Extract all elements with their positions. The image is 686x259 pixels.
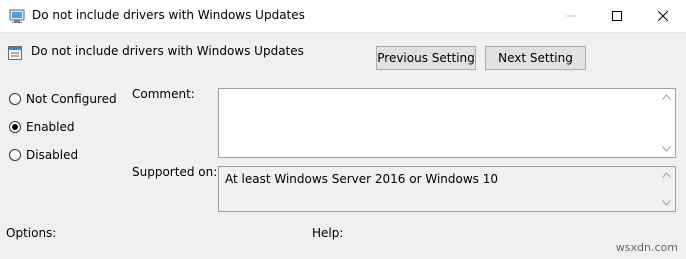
scroll-up-icon[interactable] — [662, 94, 671, 100]
scroll-down-icon[interactable] — [662, 200, 671, 206]
watermark-text: wsxdn.com — [615, 241, 678, 254]
close-button[interactable] — [640, 0, 686, 31]
radio-not-configured[interactable]: Not Configured — [9, 91, 117, 107]
radio-label: Not Configured — [26, 92, 117, 106]
comment-textarea[interactable] — [218, 88, 676, 158]
options-label: Options: — [6, 226, 57, 240]
window-title: Do not include drivers with Windows Upda… — [32, 8, 305, 22]
supported-on-label: Supported on: — [132, 165, 218, 179]
setting-name: Do not include drivers with Windows Upda… — [31, 44, 304, 58]
maximize-icon — [612, 10, 622, 21]
previous-setting-button[interactable]: Previous Setting — [376, 46, 476, 70]
maximize-button[interactable] — [594, 0, 640, 31]
radio-button[interactable] — [9, 149, 21, 161]
help-label: Help: — [312, 226, 344, 240]
policy-icon — [9, 9, 25, 23]
radio-disabled[interactable]: Disabled — [9, 147, 78, 163]
supported-on-text: At least Windows Server 2016 or Windows … — [225, 172, 498, 186]
radio-enabled[interactable]: Enabled — [9, 119, 75, 135]
radio-button[interactable] — [9, 121, 21, 133]
next-setting-button[interactable]: Next Setting — [485, 46, 586, 70]
scroll-down-icon[interactable] — [662, 146, 671, 152]
radio-button[interactable] — [9, 93, 21, 105]
minimize-icon — [566, 15, 576, 16]
supported-scrollbar[interactable] — [658, 167, 675, 211]
comment-label: Comment: — [132, 87, 195, 101]
setting-icon — [8, 46, 22, 60]
supported-on-field: At least Windows Server 2016 or Windows … — [218, 166, 676, 212]
scroll-up-icon[interactable] — [662, 172, 671, 178]
comment-scrollbar[interactable] — [658, 89, 675, 157]
minimize-button[interactable] — [548, 0, 594, 31]
radio-label: Disabled — [26, 148, 79, 162]
close-icon — [658, 10, 668, 21]
radio-label: Enabled — [26, 120, 75, 134]
title-bar: Do not include drivers with Windows Upda… — [0, 0, 686, 33]
